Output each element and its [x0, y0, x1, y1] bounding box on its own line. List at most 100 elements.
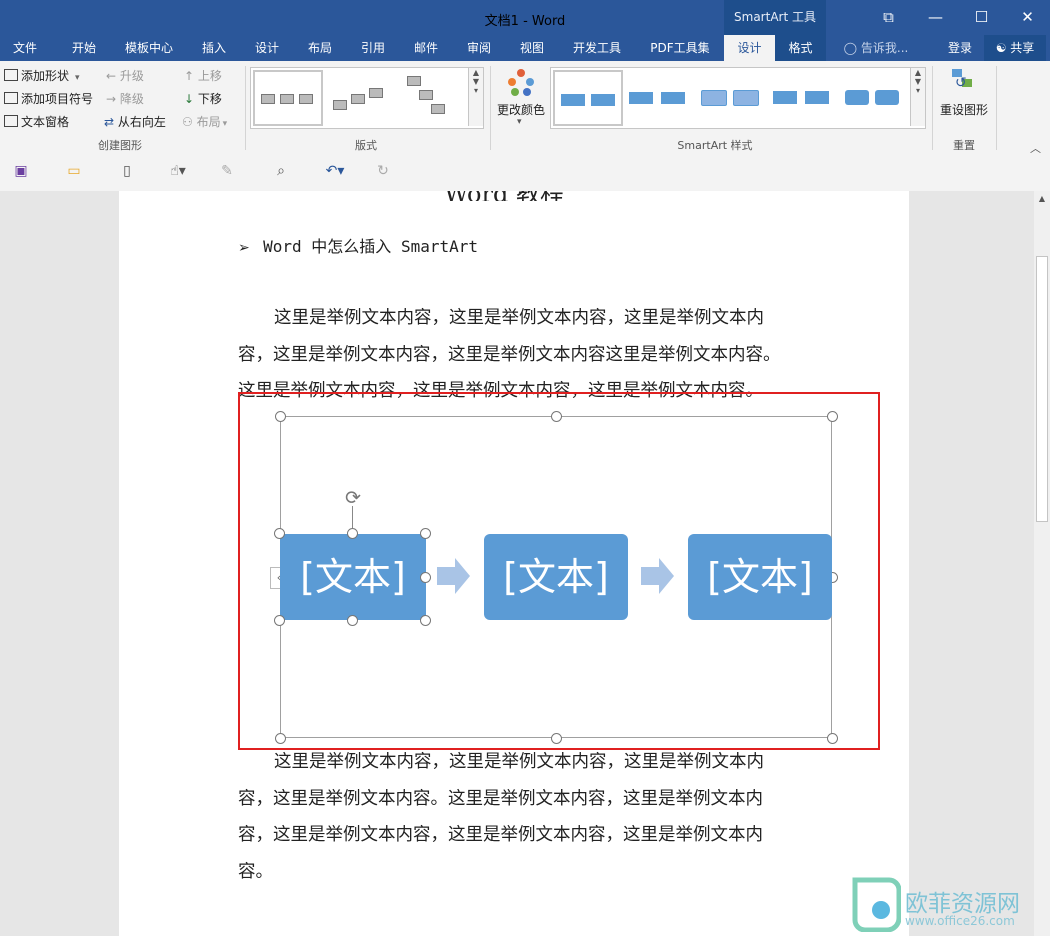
smartart-shape-1[interactable]: [文本] [280, 534, 426, 620]
shape-resize-handle[interactable] [274, 528, 285, 539]
tab-layout[interactable]: 布局 [296, 35, 344, 61]
lightbulb-icon: ◯ [843, 41, 858, 55]
tab-file[interactable]: 文件 [0, 35, 50, 61]
smartart-shape-2[interactable]: [文本] [484, 534, 628, 620]
tab-developer[interactable]: 开发工具 [562, 35, 632, 61]
open-folder-icon[interactable]: ▭ [63, 163, 85, 183]
layout-button[interactable]: ⚇ 布局 ▾ [182, 113, 227, 130]
tab-template-center[interactable]: 模板中心 [116, 35, 182, 61]
add-shape-label: 添加形状 [21, 69, 70, 83]
close-button[interactable]: ✕ [1005, 0, 1050, 35]
layout-option-basic-process[interactable] [253, 70, 323, 126]
group-divider [996, 66, 997, 150]
para2-line: 容，这里是举例文本内容，这里是举例文本内容，这里是举例文本内 [238, 825, 763, 845]
tab-view[interactable]: 视图 [508, 35, 556, 61]
scrollbar-thumb[interactable] [1036, 256, 1048, 522]
arrow-bullet-icon: ➢ [238, 240, 250, 256]
bullet-text: Word 中怎么插入 SmartArt [263, 237, 479, 256]
swap-direction-icon: ⇄ [104, 115, 115, 129]
new-document-icon[interactable]: ▯ [116, 163, 138, 183]
add-shape-button[interactable]: 添加形状 ▾ [4, 67, 80, 84]
watermark: 欧菲资源网 www.office26.com [845, 874, 1045, 934]
shape-resize-handle[interactable] [347, 528, 358, 539]
demote-button[interactable]: → 降级 [106, 90, 144, 107]
right-to-left-button[interactable]: ⇄ 从右向左 [104, 113, 166, 130]
layouts-gallery-scroll[interactable]: ▲ ▼ ▾ [468, 68, 483, 126]
rotate-handle-icon[interactable]: ⟳ [341, 487, 365, 509]
arrow-down-icon: ↓ [184, 92, 195, 106]
redo-icon[interactable]: ↻ [372, 163, 394, 183]
tab-review[interactable]: 审阅 [456, 35, 502, 61]
tab-pdf-tools[interactable]: PDF工具集 [638, 35, 722, 61]
style-option-intense-effect[interactable] [841, 70, 907, 122]
tab-smartart-format[interactable]: 格式 [775, 35, 826, 61]
share-button[interactable]: ☯ 共享 [984, 35, 1046, 61]
style-option-subtle-effect[interactable] [697, 70, 763, 122]
minimize-button[interactable]: — [913, 0, 958, 35]
share-label: 共享 [1010, 41, 1035, 55]
resize-handle[interactable] [827, 733, 838, 744]
tab-insert[interactable]: 插入 [190, 35, 238, 61]
style-option-white-outline[interactable] [625, 70, 691, 122]
group-divider [245, 66, 246, 150]
right-to-left-label: 从右向左 [117, 115, 166, 129]
resize-handle[interactable] [551, 411, 562, 422]
paragraph-2[interactable]: 这里是举例文本内容，这里是举例文本内容，这里是举例文本内 容，这里是举例文本内容… [238, 744, 798, 890]
document-heading: Word 教程 [444, 191, 564, 201]
tab-smartart-design[interactable]: 设计 [724, 35, 775, 61]
resize-handle[interactable] [275, 733, 286, 744]
undo-icon[interactable]: ↶▾ [318, 163, 352, 183]
shape-resize-handle[interactable] [420, 615, 431, 626]
resize-handle[interactable] [275, 411, 286, 422]
smartart-tools-context-label: SmartArt 工具 [724, 0, 826, 35]
maximize-button[interactable]: ☐ [959, 0, 1004, 35]
style-option-moderate-effect[interactable] [769, 70, 835, 122]
styles-gallery-scroll[interactable]: ▲ ▼ ▾ [910, 68, 925, 126]
shape-resize-handle[interactable] [274, 615, 285, 626]
resize-handle[interactable] [551, 733, 562, 744]
rotate-stem [352, 506, 353, 528]
layout-option-hierarchy-process[interactable] [401, 70, 467, 122]
change-colors-button[interactable]: 更改颜色 ▾ [495, 67, 547, 131]
add-bullet-button[interactable]: 添加项目符号 [4, 90, 93, 107]
promote-label: 升级 [119, 69, 144, 83]
login-link[interactable]: 登录 [940, 35, 980, 61]
smartart-shape-3[interactable]: [文本] [688, 534, 832, 620]
shape-resize-handle[interactable] [420, 572, 431, 583]
style-option-simple-fill[interactable] [553, 70, 623, 126]
arrow-left-icon: ← [106, 69, 117, 83]
dropdown-arrow-icon: ▾ [517, 117, 522, 127]
tell-me-box[interactable]: ◯ 告诉我... [836, 35, 916, 61]
para1-line: 这里是举例文本内容，这里是举例文本内容，这里是举例文本内 [274, 308, 764, 328]
scroll-up-icon[interactable]: ▲ [1036, 194, 1048, 206]
text-pane-button[interactable]: 文本窗格 [4, 113, 69, 130]
layout-option-step-process[interactable] [327, 70, 393, 122]
tell-me-placeholder: 告诉我... [860, 41, 909, 55]
para1-line: 容，这里是举例文本内容，这里是举例文本内容这里是举例文本内容。 [238, 344, 781, 365]
save-icon[interactable]: ▣ [10, 163, 32, 183]
tab-home[interactable]: 开始 [58, 35, 110, 61]
shape-resize-handle[interactable] [420, 528, 431, 539]
watermark-brand: 欧菲资源网 [905, 891, 1020, 917]
move-up-button[interactable]: ↑ 上移 [184, 67, 222, 84]
create-graphic-group-label: 创建图形 [98, 139, 142, 152]
move-down-button[interactable]: ↓ 下移 [184, 90, 222, 107]
bullet-line[interactable]: ➢ Word 中怎么插入 SmartArt [238, 233, 478, 257]
shape-resize-handle[interactable] [347, 615, 358, 626]
print-preview-icon[interactable]: ⌕ [270, 163, 292, 183]
resize-handle[interactable] [827, 411, 838, 422]
reset-graphic-button[interactable]: ↺ 重设图形 [936, 67, 992, 121]
format-painter-icon[interactable]: ✎ [216, 163, 238, 183]
change-colors-label: 更改颜色 [496, 103, 545, 117]
tab-references[interactable]: 引用 [350, 35, 396, 61]
touch-mode-icon[interactable]: ☝▾ [163, 163, 193, 183]
process-arrow-icon [641, 558, 674, 594]
collapse-ribbon-icon[interactable]: ︿ [1030, 140, 1041, 156]
promote-button[interactable]: ← 升级 [106, 67, 144, 84]
tab-mailings[interactable]: 邮件 [402, 35, 450, 61]
ribbon-display-options-icon[interactable]: ⧉ [866, 0, 911, 35]
watermark-url: www.office26.com [905, 914, 1015, 928]
smartart-styles-group-label: SmartArt 样式 [677, 139, 753, 152]
move-down-label: 下移 [197, 92, 222, 106]
tab-design[interactable]: 设计 [244, 35, 290, 61]
